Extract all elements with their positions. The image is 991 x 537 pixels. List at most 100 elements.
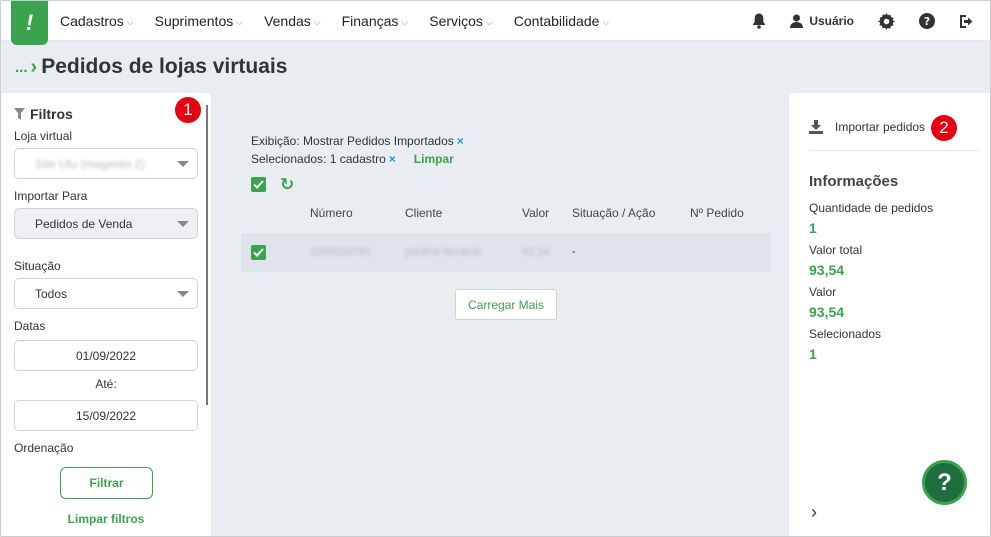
col-cliente[interactable]: Cliente xyxy=(405,206,442,220)
selecionados-text: Selecionados: 1 cadastro xyxy=(251,152,386,166)
filters-title: Filtros xyxy=(14,106,73,122)
breadcrumb-dots[interactable]: ... xyxy=(15,59,28,76)
qtd-value: 1 xyxy=(809,220,817,236)
clear-filters-link[interactable]: Limpar filtros xyxy=(14,512,198,526)
import-orders-label: Importar pedidos xyxy=(835,120,926,134)
situacao-select[interactable]: Todos xyxy=(14,278,198,309)
help-button[interactable]: ? xyxy=(919,13,935,29)
funnel-icon xyxy=(14,108,25,120)
importar-label: Importar Para xyxy=(14,189,88,203)
chevron-right-icon: › xyxy=(30,55,38,78)
menu-label: Vendas xyxy=(264,13,311,29)
selecionados-line: Selecionados: 1 cadastro × Limpar xyxy=(251,150,464,168)
ate-label: Até: xyxy=(95,377,117,391)
gear-icon xyxy=(878,12,895,30)
cell-cliente: pauline ferrardo xyxy=(405,246,483,258)
close-icon[interactable]: × xyxy=(457,134,464,148)
info-title: Informações xyxy=(809,173,899,190)
menu-servicos[interactable]: Serviços ⌵ xyxy=(429,13,493,29)
loja-select[interactable]: Site Ulu (magento 2) xyxy=(14,148,198,179)
menu-vendas[interactable]: Vendas ⌵ xyxy=(264,13,321,29)
logout-icon xyxy=(960,14,973,28)
settings-button[interactable] xyxy=(878,12,895,30)
filters-title-text: Filtros xyxy=(30,106,73,122)
select-all-checkbox[interactable] xyxy=(251,177,266,192)
header-tools: Usuário ? xyxy=(728,1,976,41)
user-menu[interactable]: Usuário xyxy=(790,14,854,28)
annotation-badge-1: 1 xyxy=(175,97,201,123)
menu-financas[interactable]: Finanças ⌵ xyxy=(342,13,409,29)
annotation-badge-2: 2 xyxy=(931,115,957,141)
svg-text:?: ? xyxy=(924,15,930,28)
load-more-button[interactable]: Carregar Mais xyxy=(455,289,557,320)
exibicao-line: Exibição: Mostrar Pedidos Importados × xyxy=(251,132,464,150)
col-valor[interactable]: Valor xyxy=(522,206,549,220)
ordenacao-label: Ordenação xyxy=(14,441,74,455)
bell-icon xyxy=(753,13,766,29)
caret-down-icon xyxy=(177,291,189,297)
date-to-input[interactable]: 15/09/2022 xyxy=(14,400,198,431)
chevron-down-icon: ⌵ xyxy=(485,16,493,27)
chevron-down-icon: ⌵ xyxy=(401,16,409,27)
breadcrumb: ... › Pedidos de lojas virtuais xyxy=(15,55,287,79)
import-orders-button[interactable]: Importar pedidos xyxy=(809,120,925,134)
close-icon[interactable]: × xyxy=(389,152,396,166)
importar-select[interactable]: Pedidos de Venda xyxy=(14,208,198,239)
qtd-label: Quantidade de pedidos xyxy=(809,201,934,215)
date-from-input[interactable]: 01/09/2022 xyxy=(14,340,198,371)
cell-situacao: - xyxy=(572,246,576,258)
chevron-right-icon[interactable]: › xyxy=(811,502,817,523)
table-header: Número Cliente Valor Situação / Ação Nº … xyxy=(241,206,771,224)
loja-value: Site Ulu (magento 2) xyxy=(35,156,146,171)
exibicao-text: Exibição: Mostrar Pedidos Importados xyxy=(251,134,454,148)
col-situacao[interactable]: Situação / Ação xyxy=(572,206,655,220)
filters-scrollbar[interactable] xyxy=(206,105,208,405)
caret-down-icon xyxy=(177,161,189,167)
refresh-icon[interactable]: ↻ xyxy=(280,176,294,193)
divider xyxy=(809,150,979,151)
logout-button[interactable] xyxy=(959,14,976,29)
col-numero[interactable]: Número xyxy=(310,206,353,220)
menu-label: Serviços xyxy=(429,13,483,29)
help-icon: ? xyxy=(919,13,935,29)
total-value: 93,54 xyxy=(809,262,845,278)
check-icon xyxy=(253,248,264,257)
filters-panel: Filtros Loja virtual Site Ulu (magento 2… xyxy=(1,93,211,536)
menu-cadastros[interactable]: Cadastros ⌵ xyxy=(60,13,134,29)
chevron-down-icon: ⌵ xyxy=(313,16,321,27)
logo-mark: ! xyxy=(25,10,34,35)
menu-suprimentos[interactable]: Suprimentos ⌵ xyxy=(155,13,243,29)
valor-value: 93,54 xyxy=(809,304,845,320)
chevron-down-icon: ⌵ xyxy=(602,16,610,27)
list-status: Exibição: Mostrar Pedidos Importados × Se… xyxy=(251,132,464,168)
limpar-link[interactable]: Limpar xyxy=(414,152,454,166)
loja-label: Loja virtual xyxy=(14,129,73,143)
importar-value: Pedidos de Venda xyxy=(35,216,133,231)
situacao-label: Situação xyxy=(14,259,61,273)
situacao-value: Todos xyxy=(35,286,68,301)
help-fab-button[interactable]: ? xyxy=(922,460,967,505)
cell-valor: 93,54 xyxy=(522,246,550,258)
page-title: Pedidos de lojas virtuais xyxy=(41,55,288,78)
menu-label: Finanças xyxy=(341,13,399,29)
app-window: ! Cadastros ⌵ Suprimentos ⌵ Vendas ⌵ Finanç… xyxy=(0,0,991,537)
chevron-down-icon: ⌵ xyxy=(236,16,244,27)
list-toolbar: ↻ xyxy=(251,176,294,193)
download-icon xyxy=(809,120,823,134)
row-checkbox[interactable] xyxy=(251,245,266,260)
user-label: Usuário xyxy=(809,14,854,28)
top-navbar: ! Cadastros ⌵ Suprimentos ⌵ Vendas ⌵ Finanç… xyxy=(1,1,990,45)
menu-label: Suprimentos xyxy=(154,13,234,29)
valor-label: Valor xyxy=(809,285,837,299)
table-row[interactable]: 1000016781 pauline ferrardo 93,54 - xyxy=(241,233,771,272)
app-logo[interactable]: ! xyxy=(11,1,48,45)
caret-down-icon xyxy=(177,221,189,227)
col-pedido[interactable]: Nº Pedido xyxy=(690,206,744,220)
user-icon xyxy=(790,14,804,28)
menu-contabilidade[interactable]: Contabilidade ⌵ xyxy=(514,13,609,29)
cell-numero: 1000016781 xyxy=(310,246,372,258)
notifications-button[interactable] xyxy=(752,13,766,29)
sel-value: 1 xyxy=(809,346,817,362)
datas-label: Datas xyxy=(14,319,46,333)
filter-button[interactable]: Filtrar xyxy=(60,467,153,499)
